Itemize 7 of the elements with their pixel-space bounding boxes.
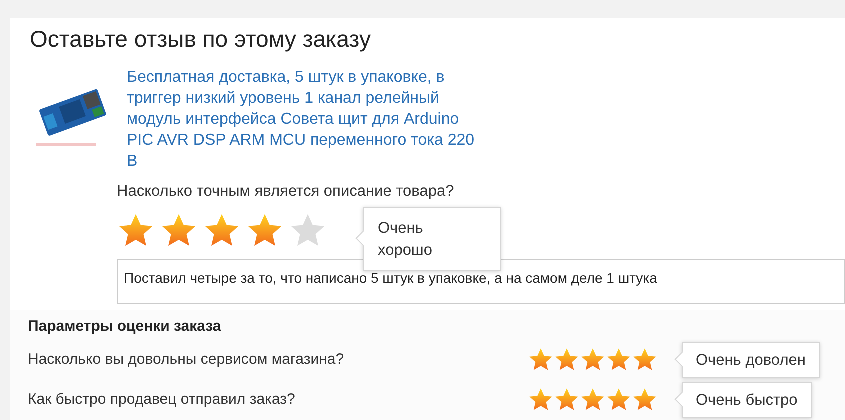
review-field[interactable]: Поставил четыре за то, что написано 5 штук в упаковке, а на самом деле 1 штука [117,258,845,304]
question-label: Насколько точным является описание товара? [117,182,456,202]
product-link[interactable]: Бесплатная доставка, 5 штук в упаковке, в триггер низкий уровень 1 канал релейный модуль интерфейса Совета щит для Arduino PIC AVR DSP ARM MCU переменного тока 220 В [127,66,489,172]
page-title: Оставьте отзыв по этому заказу [29,25,372,54]
question-label: Насколько вы довольны сервисом магазина? [28,350,346,370]
question-label: Как быстро продавец отправил заказ? [28,390,296,410]
section-heading: Параметры оценки заказа [28,316,222,337]
